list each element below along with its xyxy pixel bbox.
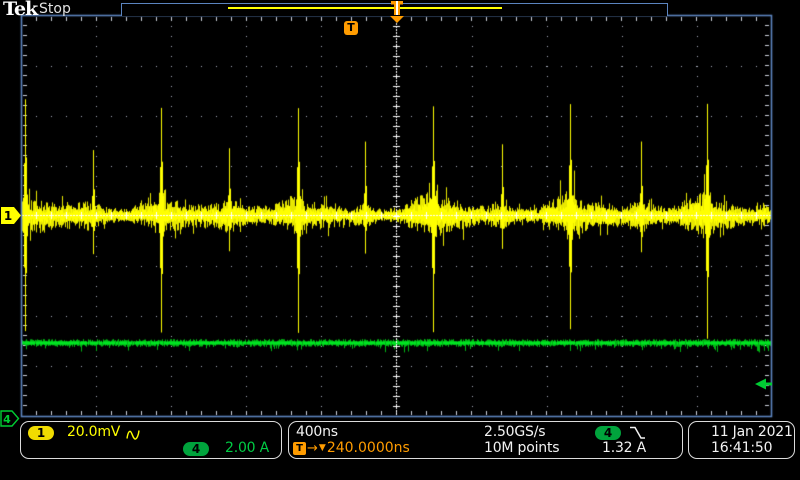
- trigger-flag-letter: T: [347, 21, 355, 34]
- falling-edge-path: [630, 428, 645, 439]
- record-length-readout: 10M points: [484, 441, 559, 456]
- trigger-position-pin[interactable]: [389, 0, 405, 24]
- ch4-badge: 4: [183, 442, 209, 456]
- trigger-source-badge: 4: [595, 426, 621, 440]
- trigger-delay-value: 240.0000ns: [327, 441, 410, 455]
- sample-rate-readout: 2.50GS/s: [484, 425, 545, 440]
- trigger-level-readout: 1.32 A: [602, 441, 646, 456]
- ch4-scale-readout: 2.00 A: [225, 441, 269, 456]
- ch4-marker-label: 4: [3, 413, 11, 426]
- tek-logo: Tek: [3, 0, 37, 20]
- trigger-delay-readout: T → ▼ 240.0000ns: [293, 441, 410, 455]
- ch4-position-marker[interactable]: 4: [0, 410, 21, 428]
- ac-coupling-icon: [125, 428, 143, 441]
- date-readout: 11 Jan 2021: [711, 425, 793, 440]
- graticule-waveform-display: [0, 0, 800, 480]
- trigger-level-arrow[interactable]: [754, 376, 773, 392]
- trigger-cursor-icon: ▼: [319, 442, 326, 455]
- horizontal-scale-readout: 400ns: [296, 425, 338, 440]
- trigger-arrow-icon: →: [307, 442, 318, 455]
- time-readout: 16:41:50: [711, 441, 772, 456]
- expansion-point-arrow-icon: [390, 16, 404, 23]
- acquisition-status: Stop: [39, 1, 71, 17]
- horizontal-trigger-readout-box: 400ns 2.50GS/s 4 T → ▼ 240.0000ns 10M po…: [288, 421, 683, 459]
- ch1-badge: 1: [28, 426, 54, 440]
- ch1-position-marker[interactable]: 1: [1, 206, 24, 225]
- falling-edge-icon: [629, 426, 647, 440]
- record-view-waveform-line: [228, 7, 502, 9]
- ch1-scale-readout: 20.0mV: [67, 425, 120, 440]
- trigger-position-flag[interactable]: T: [344, 21, 358, 35]
- ch1-marker-label: 1: [4, 209, 12, 223]
- channel-readout-box: 1 20.0mV 4 2.00 A: [20, 421, 282, 459]
- datetime-box: 11 Jan 2021 16:41:50: [688, 421, 795, 459]
- trigger-level-arrow-shape: [755, 379, 772, 390]
- pin-slit: [396, 1, 398, 15]
- oscilloscope-screen: Tek Stop T 1 4 1 20.0mV 4 2.00 A 400ns 2…: [0, 0, 800, 480]
- ac-sine-path: [127, 431, 139, 440]
- trigger-t-icon: T: [293, 442, 306, 455]
